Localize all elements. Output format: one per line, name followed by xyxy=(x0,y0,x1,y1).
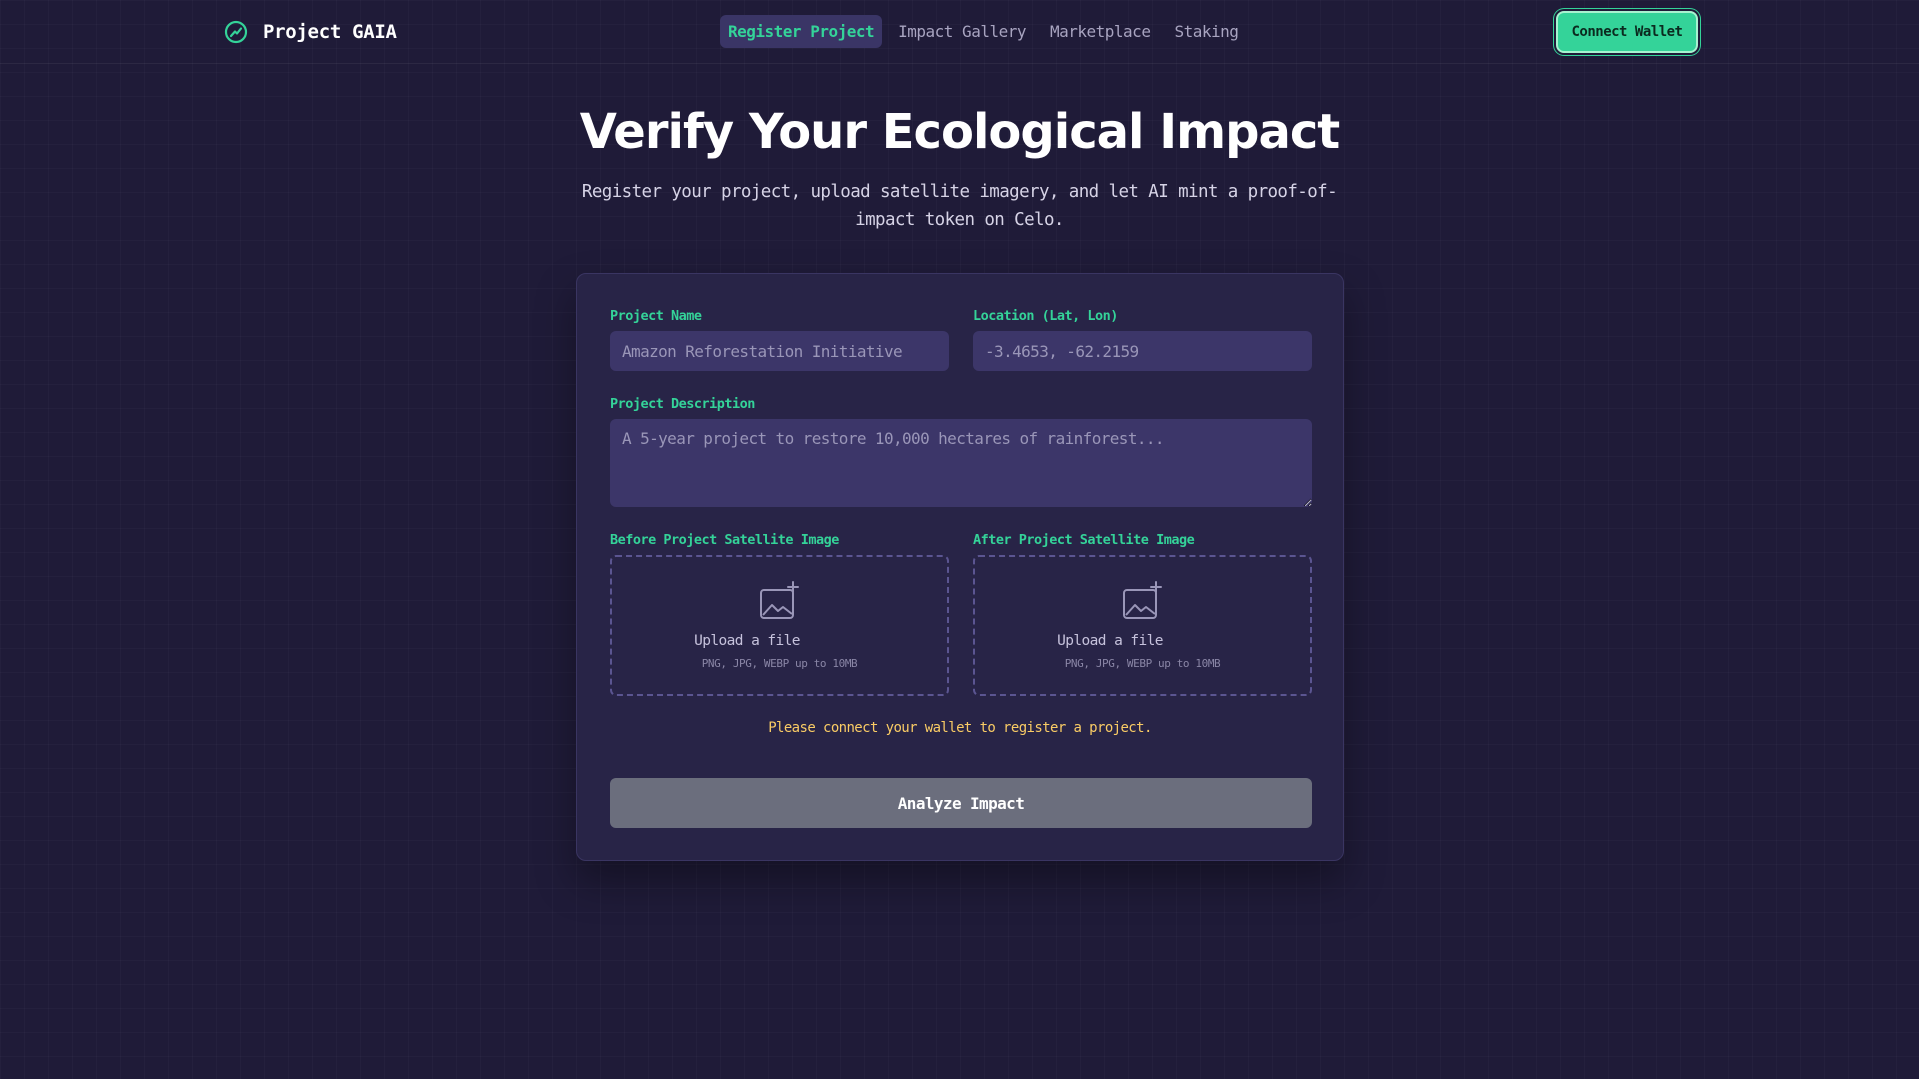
project-name-label: Project Name xyxy=(610,308,702,324)
before-image-label: Before Project Satellite Image xyxy=(610,532,839,548)
top-navbar: Project GAIA Register Project Impact Gal… xyxy=(0,0,1919,64)
upload-link[interactable]: Upload a file xyxy=(612,633,882,649)
page-subtitle: Register your project, upload satellite … xyxy=(581,182,1338,230)
image-plus-icon xyxy=(759,581,801,621)
location-label: Location (Lat, Lon) xyxy=(973,308,1118,324)
before-image-dropzone[interactable]: Upload a file PNG, JPG, WEBP up to 10MB xyxy=(610,555,949,696)
image-plus-icon xyxy=(1122,581,1164,621)
nav-register-project[interactable]: Register Project xyxy=(720,15,883,48)
wallet-warning: Please connect your wallet to register a… xyxy=(768,720,1152,736)
brand-name: Project GAIA xyxy=(263,21,397,43)
project-description-label: Project Description xyxy=(610,396,755,412)
project-name-input[interactable] xyxy=(610,331,949,371)
register-project-form: Project Name Location (Lat, Lon) Project… xyxy=(576,273,1344,861)
location-input[interactable] xyxy=(973,331,1312,371)
upload-hint: PNG, JPG, WEBP up to 10MB xyxy=(701,657,858,670)
nav-impact-gallery[interactable]: Impact Gallery xyxy=(890,15,1034,48)
nav-marketplace[interactable]: Marketplace xyxy=(1042,15,1158,48)
upload-link[interactable]: Upload a file xyxy=(975,633,1245,649)
project-description-textarea[interactable] xyxy=(610,419,1312,507)
analyze-impact-button[interactable]: Analyze Impact xyxy=(610,778,1312,828)
after-image-label: After Project Satellite Image xyxy=(973,532,1195,548)
upload-hint: PNG, JPG, WEBP up to 10MB xyxy=(1064,657,1221,670)
page-title: Verify Your Ecological Impact xyxy=(579,104,1340,160)
after-image-dropzone[interactable]: Upload a file PNG, JPG, WEBP up to 10MB xyxy=(973,555,1312,696)
trend-leaf-icon xyxy=(223,19,249,45)
nav-staking[interactable]: Staking xyxy=(1166,15,1246,48)
connect-wallet-button[interactable]: Connect Wallet xyxy=(1556,11,1698,53)
main-nav: Register Project Impact Gallery Marketpl… xyxy=(720,15,1246,48)
brand[interactable]: Project GAIA xyxy=(223,19,397,45)
